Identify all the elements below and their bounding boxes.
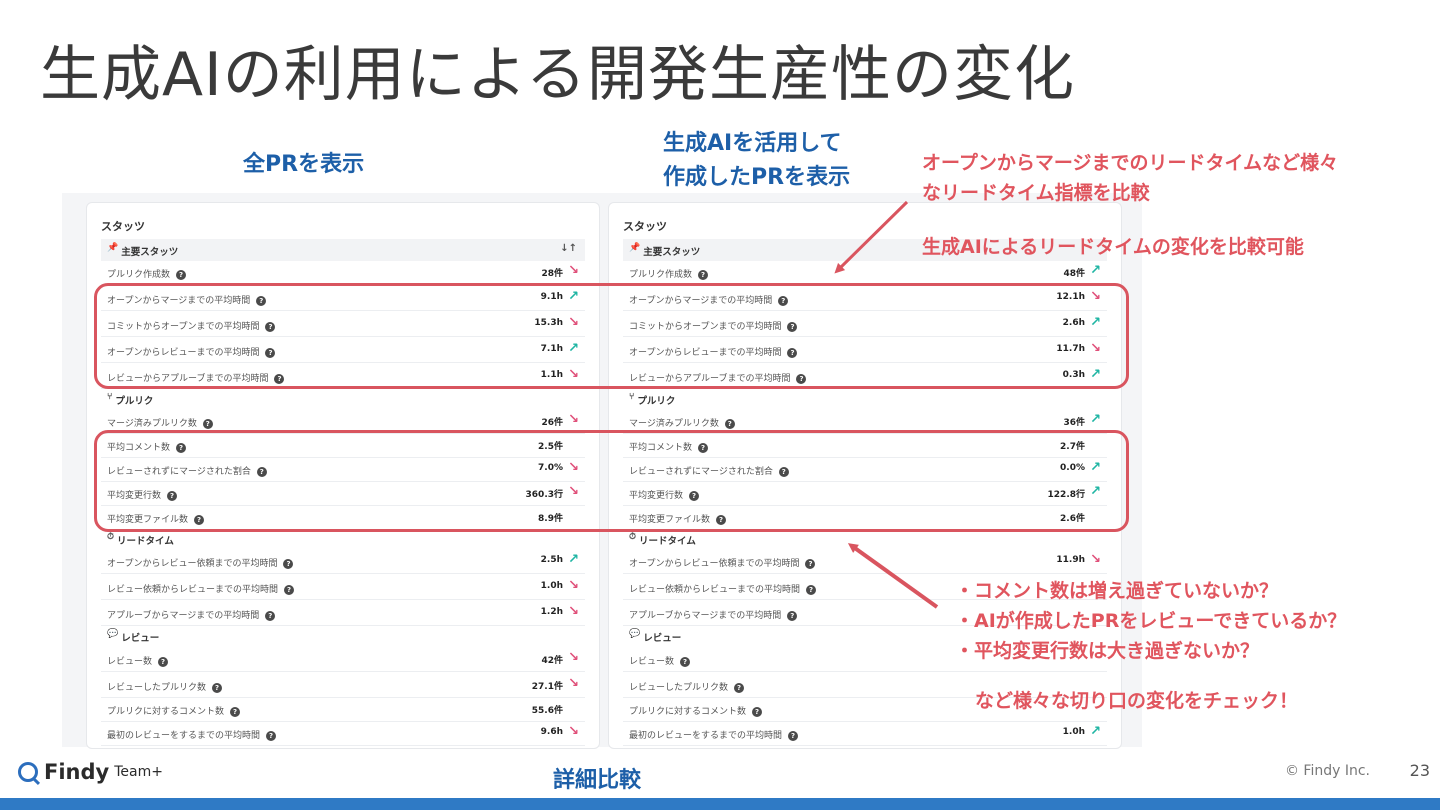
note-line: 生成AIによるリードタイムの変化を比較可能 — [922, 236, 1304, 258]
note-lead-time: オープンからマージまでのリードタイムなど様々 なリードタイム指標を比較 生成AI… — [922, 148, 1338, 262]
logo-sub: Team+ — [114, 764, 163, 780]
note-line: など様々な切り口の変化をチェック！ — [975, 690, 1299, 712]
detail-comparison-label: 詳細比較 — [553, 768, 642, 793]
arrow-to-pr-metrics — [847, 543, 939, 609]
findy-logo: Findy Team+ — [18, 757, 163, 787]
bottom-bar — [0, 798, 1440, 810]
note-line: オープンからマージまでのリードタイムなど様々 — [922, 152, 1339, 174]
note-line: ・AIが作成したPRをレビューできているか？ — [955, 610, 1347, 632]
copyright: © Findy Inc. — [1284, 763, 1370, 779]
note-checks: ・コメント数は増え過ぎていないか？ ・AIが作成したPRをレビューできているか？… — [955, 576, 1346, 716]
page-number: 23 — [1409, 761, 1430, 780]
note-line: なリードタイム指標を比較 — [922, 182, 1150, 204]
arrow-to-lead-times — [834, 200, 909, 274]
note-line: ・平均変更行数は大き過ぎないか？ — [955, 640, 1260, 662]
findy-logo-icon — [18, 762, 38, 782]
note-line: ・コメント数は増え過ぎていないか？ — [955, 580, 1279, 602]
logo-name: Findy — [44, 760, 110, 784]
